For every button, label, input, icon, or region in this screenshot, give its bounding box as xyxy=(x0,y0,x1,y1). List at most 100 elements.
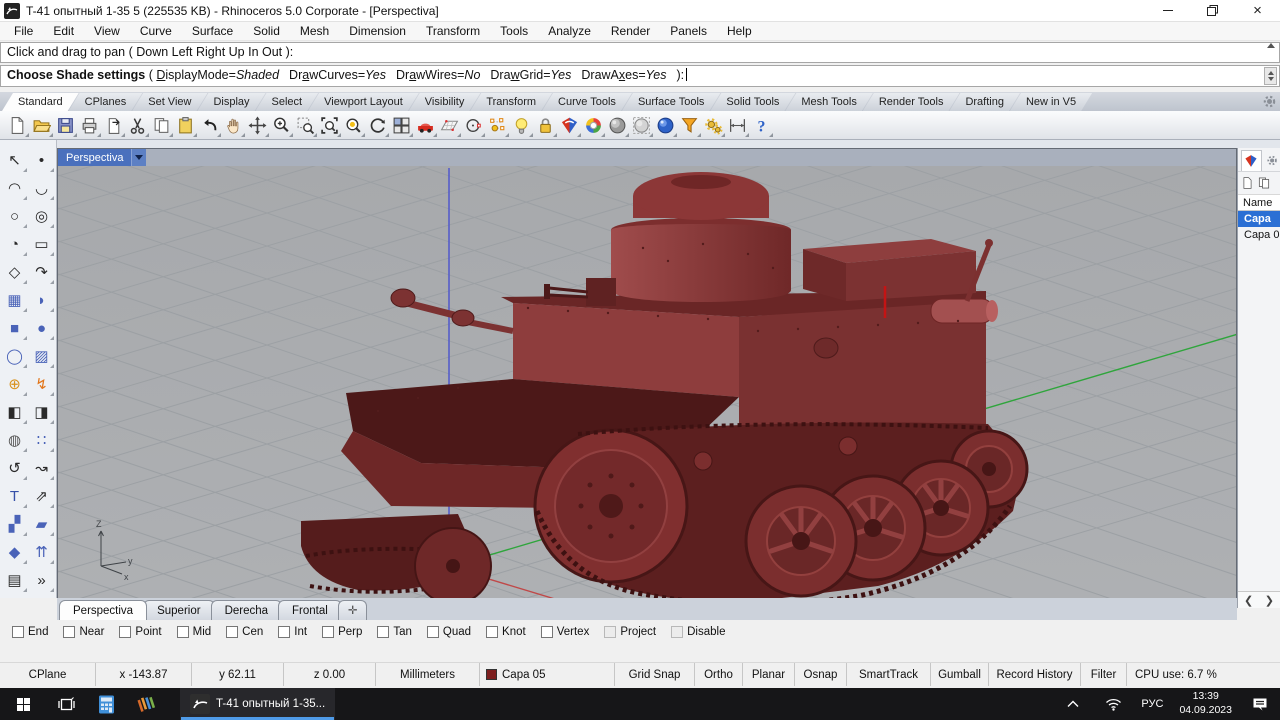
shaded-view-icon[interactable] xyxy=(606,114,629,137)
pane-units[interactable]: Millimeters xyxy=(376,663,480,686)
tab-transform[interactable]: Transform xyxy=(470,93,552,111)
tab-visibility[interactable]: Visibility xyxy=(409,93,481,111)
layers-name-header[interactable]: Name xyxy=(1238,194,1280,211)
zoom-window-icon[interactable] xyxy=(318,114,341,137)
tab-cplanes[interactable]: CPlanes xyxy=(69,93,143,111)
osnap-int[interactable]: Int xyxy=(278,626,307,638)
menu-panels[interactable]: Panels xyxy=(660,22,717,40)
menu-tools[interactable]: Tools xyxy=(490,22,538,40)
checkbox-icon[interactable] xyxy=(176,626,189,638)
scroll-up-icon[interactable] xyxy=(1267,43,1275,48)
zoom-in-icon[interactable] xyxy=(270,114,293,137)
pane-ortho[interactable]: Ortho xyxy=(695,663,743,686)
polygon-icon[interactable]: ◇ xyxy=(1,258,28,286)
viewport-layout-icon[interactable] xyxy=(390,114,413,137)
checkbox-icon[interactable] xyxy=(604,626,617,638)
copy-icon[interactable] xyxy=(150,114,173,137)
checkbox-icon[interactable] xyxy=(226,626,239,638)
viewport-title[interactable]: Perspectiva xyxy=(58,149,132,166)
maximize-button[interactable] xyxy=(1190,0,1235,21)
new-layer-icon[interactable] xyxy=(1241,176,1254,190)
tab-curve-tools[interactable]: Curve Tools xyxy=(542,93,632,111)
spheres-icon[interactable]: ● xyxy=(28,314,55,342)
app-stripes-button[interactable] xyxy=(126,688,166,720)
solid-icon[interactable]: ◆ xyxy=(1,538,28,566)
layer-row-capa-05[interactable]: Capa xyxy=(1238,211,1280,227)
toolbar-gear-icon[interactable] xyxy=(1262,94,1277,109)
panel-next-button[interactable]: ❯ xyxy=(1265,594,1274,607)
set-view-icon[interactable] xyxy=(414,114,437,137)
osnap-perp[interactable]: Perp xyxy=(322,626,362,638)
tray-chevron-icon[interactable] xyxy=(1053,688,1093,720)
tab-mesh-tools[interactable]: Mesh Tools xyxy=(785,93,872,111)
blend-icon[interactable]: ◍ xyxy=(1,426,28,454)
option-drawwires[interactable]: DrawWires=No xyxy=(396,68,480,82)
option-drawgrid[interactable]: DrawGrid=Yes xyxy=(490,68,571,82)
point-icon[interactable]: • xyxy=(28,146,55,174)
point-set-icon[interactable]: ∷ xyxy=(28,426,55,454)
osnap-project[interactable]: Project xyxy=(604,626,656,638)
checkbox-icon[interactable] xyxy=(426,626,439,638)
osnap-quad[interactable]: Quad xyxy=(426,626,471,638)
zoom-dynamic-icon[interactable] xyxy=(294,114,317,137)
open-file-icon[interactable] xyxy=(30,114,53,137)
handle-curve-icon[interactable]: ◡ xyxy=(28,174,55,202)
dimension-icon[interactable] xyxy=(726,114,749,137)
arc-icon[interactable]: ◔ xyxy=(1,230,28,258)
osnap-point[interactable]: Point xyxy=(119,626,162,638)
vptab-perspectiva[interactable]: Perspectiva xyxy=(59,600,148,620)
vptab-frontal[interactable]: Frontal xyxy=(278,600,342,620)
checkbox-icon[interactable] xyxy=(377,626,390,638)
vptab-superior[interactable]: Superior xyxy=(143,600,215,620)
menu-solid[interactable]: Solid xyxy=(243,22,290,40)
menu-dimension[interactable]: Dimension xyxy=(339,22,416,40)
command-history[interactable]: Click and drag to pan ( Down Left Right … xyxy=(0,42,1280,63)
save-icon[interactable] xyxy=(54,114,77,137)
task-view-button[interactable] xyxy=(46,688,86,720)
menu-help[interactable]: Help xyxy=(717,22,762,40)
current-layer-pane[interactable]: Capa 05 xyxy=(480,663,615,686)
circle-snap-icon[interactable] xyxy=(462,114,485,137)
pane-planar[interactable]: Planar xyxy=(743,663,795,686)
mesh-surface-icon[interactable]: ▨ xyxy=(28,342,55,370)
osnap-vertex[interactable]: Vertex xyxy=(540,626,589,638)
layers-tab[interactable] xyxy=(1241,150,1262,171)
menu-file[interactable]: File xyxy=(4,22,43,40)
control-point-curve-icon[interactable]: ◠ xyxy=(1,174,28,202)
clock[interactable]: 13:39 04.09.2023 xyxy=(1171,690,1240,717)
menu-render[interactable]: Render xyxy=(601,22,660,40)
menu-curve[interactable]: Curve xyxy=(130,22,182,40)
panel-gear-icon[interactable] xyxy=(1266,154,1278,167)
language-indicator[interactable]: РУС xyxy=(1133,698,1171,710)
osnap-mid[interactable]: Mid xyxy=(176,626,211,638)
osnap-end[interactable]: End xyxy=(12,626,48,638)
export-icon[interactable] xyxy=(102,114,125,137)
pan-icon[interactable] xyxy=(222,114,245,137)
wifi-icon[interactable] xyxy=(1093,688,1133,720)
render-icon[interactable] xyxy=(558,114,581,137)
rendered-view-icon[interactable] xyxy=(654,114,677,137)
menu-view[interactable]: View xyxy=(84,22,130,40)
tab-display[interactable]: Display xyxy=(197,93,265,111)
calculator-button[interactable] xyxy=(86,688,126,720)
new-file-icon[interactable] xyxy=(6,114,29,137)
trim-icon[interactable]: ◧ xyxy=(1,398,28,426)
fillet-icon[interactable]: ↺ xyxy=(1,454,28,482)
osnap-cen[interactable]: Cen xyxy=(226,626,263,638)
ellipse-icon[interactable]: ◎ xyxy=(28,202,55,230)
lamp-icon[interactable] xyxy=(510,114,533,137)
text-icon[interactable]: T xyxy=(1,482,28,510)
pane-y[interactable]: y 62.11 xyxy=(192,663,284,686)
rotate-view-icon[interactable] xyxy=(366,114,389,137)
ghosted-view-icon[interactable] xyxy=(630,114,653,137)
tab-standard[interactable]: Standard xyxy=(2,93,79,111)
move-copy-icon[interactable]: ⇗ xyxy=(28,482,55,510)
color-wheel-icon[interactable] xyxy=(582,114,605,137)
render-properties-icon[interactable] xyxy=(678,114,701,137)
box-icon[interactable]: ■ xyxy=(1,314,28,342)
move-icon[interactable] xyxy=(246,114,269,137)
notification-center-icon[interactable] xyxy=(1240,688,1280,720)
layer-row-capa-0[interactable]: Capa 0 xyxy=(1238,227,1280,243)
option-drawaxes[interactable]: DrawAxes=Yes xyxy=(581,68,666,82)
viewport-scene[interactable]: Z y x xyxy=(58,166,1236,599)
